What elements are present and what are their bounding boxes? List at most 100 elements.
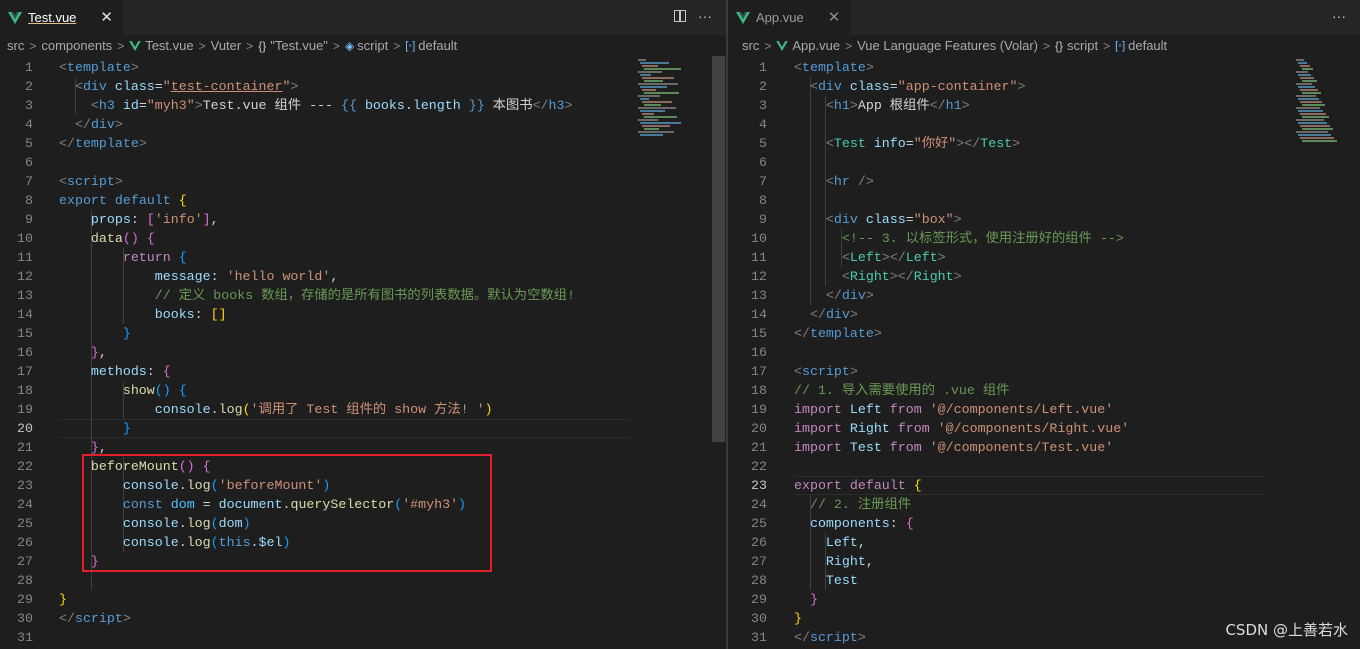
breadcrumb-item[interactable]: {} "Test.vue" >: [258, 38, 345, 53]
code-text: props: ['info'],: [59, 210, 219, 229]
code-line[interactable]: 3 <h3 id="myh3">Test.vue 组件 --- {{ books…: [0, 96, 572, 115]
code-line[interactable]: 2 <div class="test-container">: [0, 77, 298, 96]
code-line[interactable]: 10 <!-- 3. 以标签形式，使用注册好的组件 -->: [728, 229, 1124, 248]
breadcrumb-item[interactable]: {} script >: [1055, 38, 1115, 53]
tab-app-vue[interactable]: App.vue ✕: [728, 0, 851, 35]
breadcrumb-item[interactable]: App.vue >: [776, 38, 857, 53]
code-line[interactable]: 14 </div>: [728, 305, 858, 324]
minimap[interactable]: [636, 56, 706, 156]
minimap-line: [644, 80, 663, 82]
code-line[interactable]: 1 <template>: [728, 58, 874, 77]
code-line[interactable]: 24 const dom = document.querySelector('#…: [0, 495, 466, 514]
breadcrumb-item[interactable]: src >: [7, 38, 41, 53]
code-line[interactable]: 30}: [728, 609, 802, 628]
breadcrumb-item[interactable]: Vuter >: [211, 38, 259, 53]
code-line[interactable]: 19 import Left from '@/components/Left.vu…: [728, 400, 1113, 419]
breadcrumb-item[interactable]: components >: [41, 38, 129, 53]
code-line[interactable]: 26 Left,: [728, 533, 866, 552]
line-number: 3: [25, 98, 33, 113]
code-line[interactable]: 18 // 1. 导入需要使用的 .vue 组件: [728, 381, 1009, 400]
code-line[interactable]: 23 console.log('beforeMount'): [0, 476, 330, 495]
code-line[interactable]: 5 <Test info="你好"></Test>: [728, 134, 1020, 153]
tab-test-vue[interactable]: Test.vue ✕: [0, 0, 123, 35]
code-line[interactable]: 28: [0, 571, 33, 590]
minimap-line: [642, 101, 672, 103]
code-line[interactable]: 24 // 2. 注册组件: [728, 495, 911, 514]
code-line[interactable]: 12 message: 'hello world',: [0, 267, 338, 286]
code-line[interactable]: 29}: [0, 590, 67, 609]
code-line[interactable]: 10 data() {: [0, 229, 155, 248]
code-line[interactable]: 20 }: [0, 419, 131, 438]
code-line[interactable]: 27 }: [0, 552, 99, 571]
code-line[interactable]: 30 </script>: [0, 609, 131, 628]
code-line[interactable]: 11 <Left></Left>: [728, 248, 946, 267]
code-token: '@/components/Test.vue': [929, 440, 1114, 455]
more-actions-icon[interactable]: ···: [698, 8, 712, 24]
code-line[interactable]: 16: [728, 343, 767, 362]
code-token: >: [937, 250, 946, 265]
code-line[interactable]: 9 <div class="box">: [728, 210, 962, 229]
code-line[interactable]: 25 components: {: [728, 514, 914, 533]
code-line[interactable]: 13 // 定义 books 数组，存储的是所有图书的列表数据。默认为空数组!: [0, 286, 575, 305]
code-line[interactable]: 19 console.log('调用了 Test 组件的 show 方法! '): [0, 400, 493, 419]
code-line[interactable]: 17 methods: {: [0, 362, 171, 381]
code-line[interactable]: 9 props: ['info'],: [0, 210, 219, 229]
code-line[interactable]: 18 show() {: [0, 381, 187, 400]
breadcrumb-item[interactable]: [◦] default: [1115, 38, 1167, 53]
code-line[interactable]: 15 }: [0, 324, 131, 343]
code-line[interactable]: 22: [728, 457, 767, 476]
split-editor-icon[interactable]: [674, 10, 686, 22]
code-line[interactable]: 4: [728, 115, 767, 134]
code-line[interactable]: 22 beforeMount() {: [0, 457, 211, 476]
code-line[interactable]: 31: [0, 628, 33, 647]
code-text: }: [59, 324, 131, 343]
vertical-scrollbar[interactable]: [1347, 56, 1360, 649]
breadcrumb-item[interactable]: Test.vue >: [129, 38, 210, 53]
code-line[interactable]: 8: [728, 191, 767, 210]
code-line[interactable]: 2 <div class="app-container">: [728, 77, 1025, 96]
code-line[interactable]: 7 <script>: [0, 172, 123, 191]
line-number: 26: [17, 535, 33, 550]
code-line[interactable]: 16 },: [0, 343, 107, 362]
code-line[interactable]: 7 <hr />: [728, 172, 874, 191]
code-line[interactable]: 29 }: [728, 590, 818, 609]
code-line[interactable]: 14 books: []: [0, 305, 227, 324]
line-number: 12: [751, 269, 767, 284]
code-line[interactable]: 31 </script>: [728, 628, 866, 647]
vertical-scrollbar[interactable]: [712, 56, 725, 649]
code-line[interactable]: 5 </template>: [0, 134, 147, 153]
code-line[interactable]: 6: [0, 153, 33, 172]
code-line[interactable]: 23 export default {: [728, 476, 922, 495]
code-line[interactable]: 1 <template>: [0, 58, 139, 77]
close-icon[interactable]: ✕: [828, 10, 841, 25]
code-text: // 定义 books 数组，存储的是所有图书的列表数据。默认为空数组!: [59, 286, 575, 305]
breadcrumb-item[interactable]: Vue Language Features (Volar) >: [857, 38, 1055, 53]
code-line[interactable]: 26 console.log(this.$el): [0, 533, 290, 552]
breadcrumb-item[interactable]: ◈ script >: [345, 38, 405, 53]
code-editor[interactable]: 1 <template> 2 <div class="app-container">…: [728, 56, 1360, 649]
code-line[interactable]: 6: [728, 153, 767, 172]
code-line[interactable]: 13 </div>: [728, 286, 874, 305]
code-line[interactable]: 11 return {: [0, 248, 187, 267]
breadcrumb-item[interactable]: src >: [742, 38, 776, 53]
code-line[interactable]: 15 </template>: [728, 324, 882, 343]
breadcrumb-item[interactable]: [◦] default: [405, 38, 457, 53]
code-line[interactable]: 25 console.log(dom): [0, 514, 251, 533]
code-line[interactable]: 20 import Right from '@/components/Right.…: [728, 419, 1129, 438]
code-line[interactable]: 28 Test: [728, 571, 858, 590]
close-icon[interactable]: ✕: [100, 10, 113, 25]
code-text: <Left></Left>: [794, 248, 946, 267]
line-number: 16: [751, 345, 767, 360]
code-token: </: [794, 326, 810, 341]
code-line[interactable]: 17 <script>: [728, 362, 858, 381]
code-line[interactable]: 4 </div>: [0, 115, 123, 134]
code-line[interactable]: 21 },: [0, 438, 107, 457]
more-actions-icon[interactable]: ···: [1332, 8, 1346, 24]
code-line[interactable]: 3 <h1>App 根组件</h1>: [728, 96, 970, 115]
line-number: 21: [17, 440, 33, 455]
code-line[interactable]: 27 Right,: [728, 552, 874, 571]
code-line[interactable]: 21 import Test from '@/components/Test.vu…: [728, 438, 1113, 457]
scrollbar-thumb[interactable]: [712, 56, 725, 442]
code-line[interactable]: 8 export default {: [0, 191, 187, 210]
code-line[interactable]: 12 <Right></Right>: [728, 267, 962, 286]
